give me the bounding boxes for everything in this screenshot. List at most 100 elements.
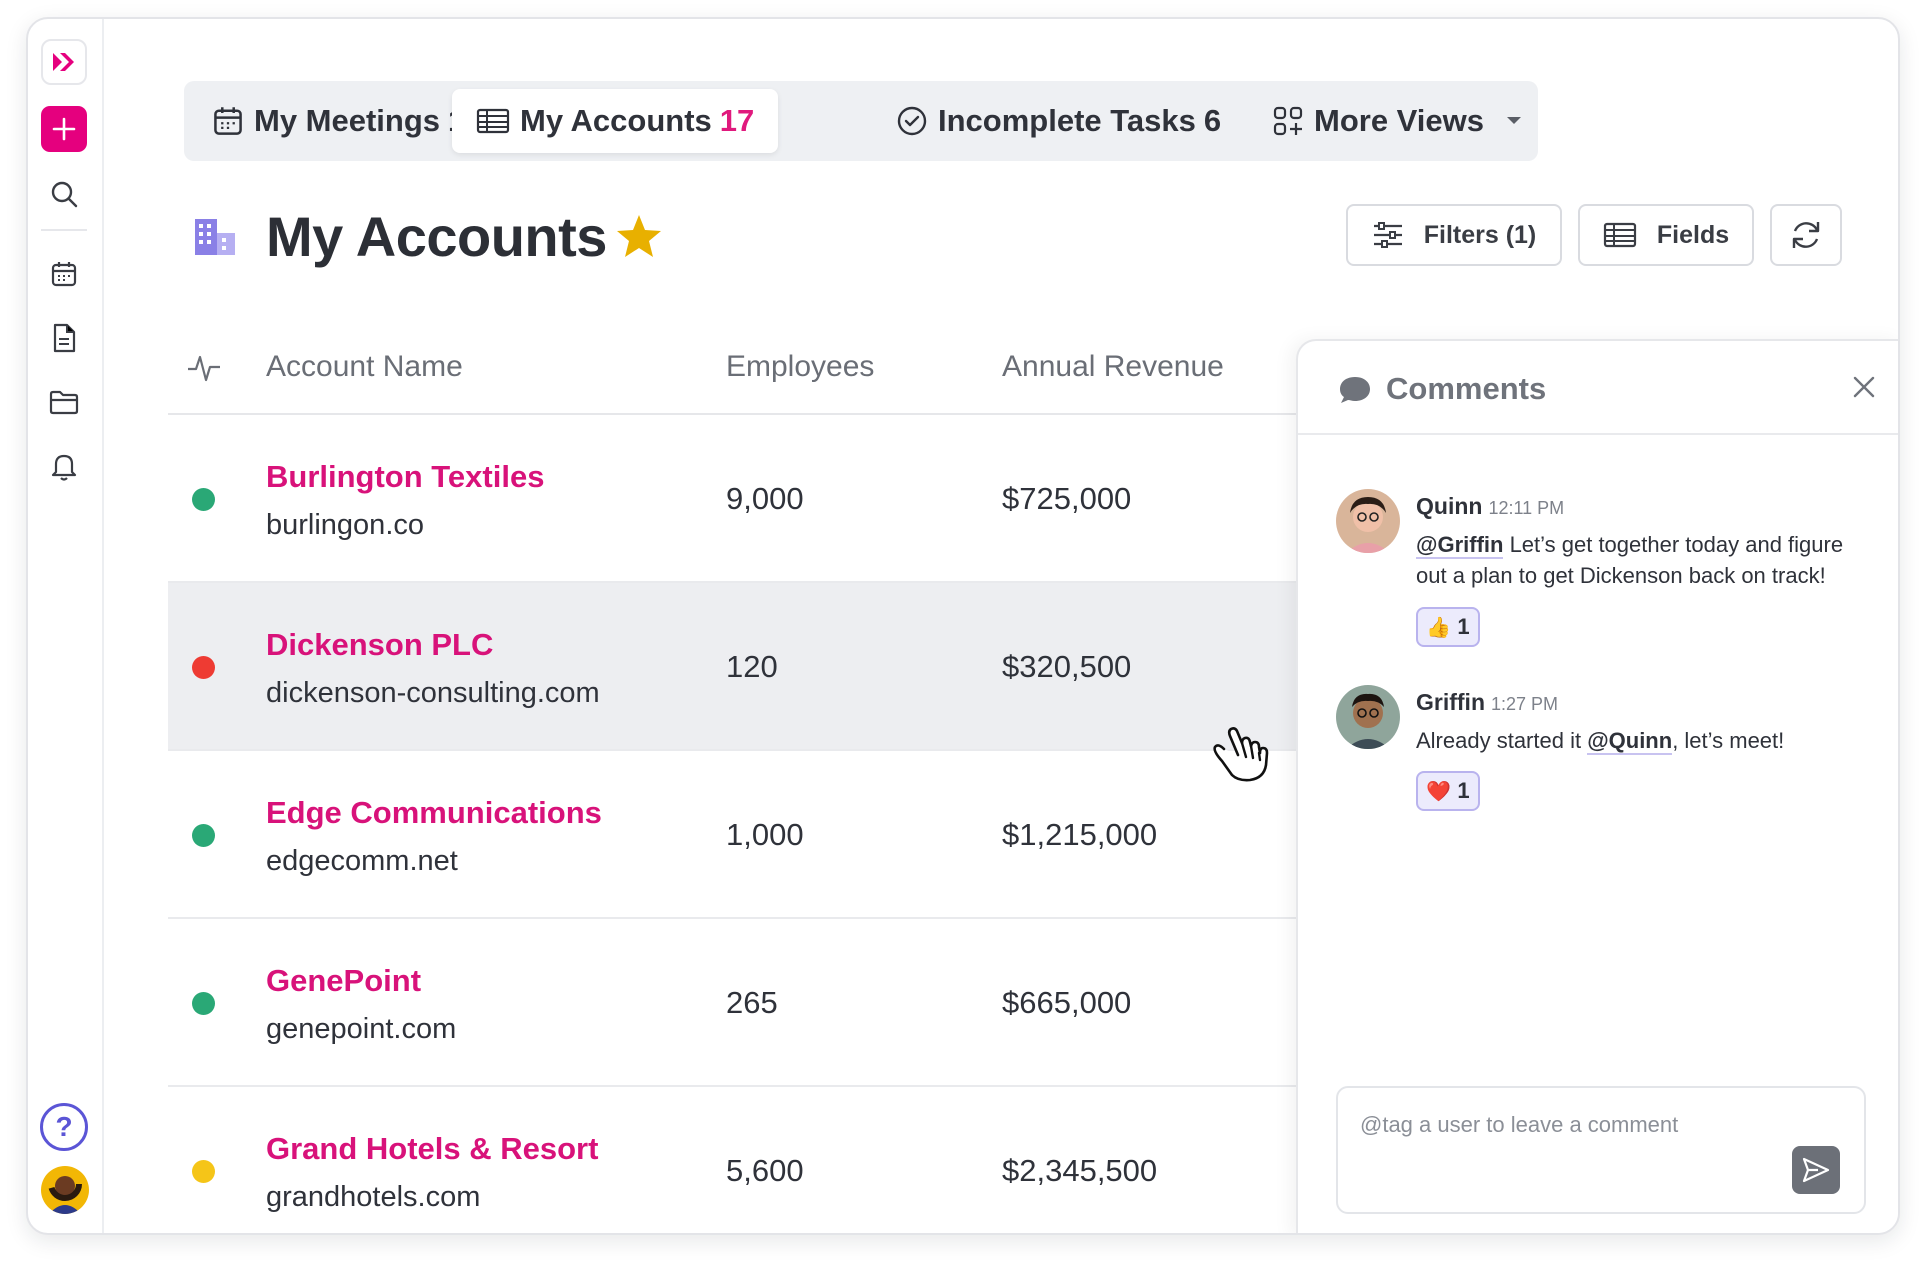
account-website: dickenson-consulting.com [266,677,600,709]
status-dot [192,1160,215,1183]
comment-time: 1:27 PM [1491,694,1559,714]
tab-label: Incomplete Tasks [938,103,1196,138]
page-title: My Accounts [266,205,607,268]
table-icon [476,108,510,134]
fields-label: Fields [1656,220,1730,249]
avatar[interactable] [1336,489,1400,553]
table-row[interactable]: GenePoint genepoint.com 265 $665,000 [168,919,1298,1087]
fields-button[interactable]: Fields [1578,204,1754,266]
account-name-link[interactable]: Grand Hotels & Resort [266,1131,598,1167]
employees-cell: 120 [726,649,778,684]
comments-title: Comments [1386,371,1547,406]
table-header: Account Name Employees Annual Revenue [168,315,1298,415]
avatar[interactable] [1336,685,1400,749]
employees-cell: 1,000 [726,817,804,852]
app-window: ? My Meetings11 My Accounts17 Incomplete… [26,17,1900,1235]
filters-button[interactable]: Filters (1) [1346,204,1562,266]
account-name-link[interactable]: Burlington Textiles [266,459,544,495]
mention-link[interactable]: @Quinn [1587,728,1673,755]
account-name-link[interactable]: Edge Communications [266,795,602,831]
sidebar-item-documents[interactable] [47,321,81,355]
account-website: grandhotels.com [266,1181,481,1213]
folder-icon [49,390,79,415]
tab-count: 17 [719,103,755,138]
table-row[interactable]: Dickenson PLC dickenson-consulting.com 1… [168,583,1298,751]
tab-label: More Views [1314,103,1485,138]
grid-plus-icon [1273,106,1303,136]
chat-bubble-icon [1338,375,1372,410]
comment-author: Griffin [1416,689,1485,715]
hand-cursor-icon [1210,725,1272,790]
activity-icon[interactable] [186,353,222,388]
tab-more-views[interactable]: More Views [1272,89,1522,153]
reaction-badge[interactable]: ❤️ 1 [1416,771,1480,811]
app-logo[interactable] [41,39,87,85]
search-icon [51,181,78,208]
reaction-count: 1 [1457,778,1470,803]
revenue-cell: $725,000 [1002,481,1132,516]
send-icon [1802,1157,1830,1183]
comment-author: Quinn [1416,493,1483,519]
column-header[interactable]: Annual Revenue [1002,350,1224,384]
building-icon [193,217,237,262]
tab-count: 6 [1203,103,1222,138]
reaction-badge[interactable]: 👍 1 [1416,607,1480,647]
comment-input[interactable]: @tag a user to leave a comment [1336,1086,1866,1214]
table-row[interactable]: Grand Hotels & Resort grandhotels.com 5,… [168,1087,1298,1233]
table-row[interactable]: Burlington Textiles burlingon.co 9,000 $… [168,415,1298,583]
revenue-cell: $665,000 [1002,985,1132,1020]
tab-incomplete-tasks[interactable]: Incomplete Tasks 6 [896,89,1221,153]
send-button[interactable] [1792,1146,1840,1194]
thumbs-up-icon: 👍 [1426,616,1452,639]
refresh-icon [1792,222,1820,248]
status-dot [192,992,215,1015]
sidebar-item-notifications[interactable] [47,449,81,483]
sliders-icon [1373,222,1402,248]
caret-down-icon [1506,116,1522,126]
sidebar-item-folders[interactable] [47,385,81,419]
refresh-button[interactable] [1770,204,1842,266]
account-website: genepoint.com [266,1013,457,1045]
comment-text: Already started it @Quinn, let’s meet! [1416,725,1876,756]
document-icon [53,323,76,353]
search-button[interactable] [47,177,81,211]
add-button[interactable] [41,106,87,152]
comment-item: Quinn 12:11 PM @Griffin Let’s get togethe… [1336,489,1876,647]
table-row[interactable]: Edge Communications edgecomm.net 1,000 $… [168,751,1298,919]
tab-my-meetings[interactable]: My Meetings11 [212,89,481,153]
account-name-link[interactable]: Dickenson PLC [266,627,493,663]
close-icon[interactable] [1852,375,1876,404]
sidebar-divider [41,229,87,231]
sidebar-item-calendar[interactable] [47,257,81,291]
comment-input-placeholder: @tag a user to leave a comment [1360,1112,1679,1137]
help-button[interactable]: ? [40,1103,88,1151]
account-website: burlingon.co [266,509,424,541]
revenue-cell: $2,345,500 [1002,1153,1158,1188]
favorite-star-icon[interactable] [615,213,663,264]
status-dot [192,488,215,511]
user-avatar[interactable] [41,1166,89,1214]
comments-panel: Comments Quinn 12:11 PM @Griffin Let’s ge… [1296,339,1898,1233]
tab-my-accounts[interactable]: My Accounts 17 [452,89,778,153]
comment-text: @Griffin Let’s get together today and fi… [1416,529,1876,591]
bell-icon [51,454,77,481]
comment-item: Griffin 1:27 PM Already started it @Quinn… [1336,685,1876,815]
status-dot [192,656,215,679]
column-header[interactable]: Employees [726,350,874,384]
status-dot [192,824,215,847]
mention-link[interactable]: @Griffin [1416,532,1504,559]
account-name-link[interactable]: GenePoint [266,963,421,999]
revenue-cell: $320,500 [1002,649,1132,684]
employees-cell: 9,000 [726,481,804,516]
filters-label: Filters (1) [1423,220,1537,249]
view-tabs: My Meetings11 My Accounts17 Incomplete T… [184,81,1538,161]
check-circle-icon [897,106,927,136]
employees-cell: 5,600 [726,1153,804,1188]
calendar-icon [214,107,242,135]
column-header[interactable]: Account Name [266,350,463,384]
comments-header: Comments [1298,341,1898,435]
account-website: edgecomm.net [266,845,458,877]
revenue-cell: $1,215,000 [1002,817,1158,852]
comment-time: 12:11 PM [1488,498,1565,518]
plus-icon [52,117,76,141]
